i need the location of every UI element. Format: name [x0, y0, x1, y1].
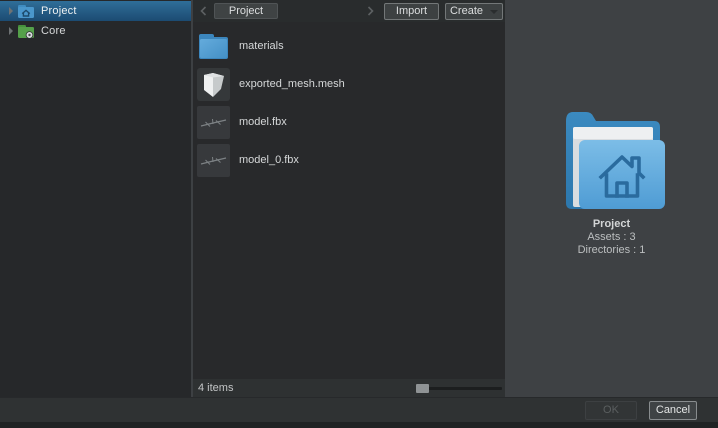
cancel-button[interactable]: Cancel: [649, 401, 697, 420]
create-button[interactable]: Create: [445, 3, 503, 20]
import-button[interactable]: Import: [384, 3, 439, 20]
caret-right-icon[interactable]: [4, 7, 17, 15]
ok-button[interactable]: OK: [585, 401, 637, 420]
model-thumbnail: [197, 144, 230, 177]
preview-folder-title: Project: [593, 218, 630, 230]
home-folder-large-icon: [556, 107, 668, 212]
chevron-right-icon[interactable]: [364, 4, 376, 18]
file-item-materials[interactable]: materials: [197, 27, 505, 65]
dialog-footer: OK Cancel: [0, 397, 718, 422]
items-count: 4 items: [198, 382, 233, 394]
blue-folder-icon: [197, 30, 230, 63]
file-item-model-0[interactable]: model_0.fbx: [197, 141, 505, 179]
green-folder-badge-icon: [17, 24, 35, 39]
window-bottom-edge: [0, 422, 718, 428]
file-name: model_0.fbx: [239, 154, 299, 166]
chevron-left-icon[interactable]: [197, 4, 209, 18]
main-area: Project Core Project: [0, 0, 718, 397]
current-folder-button[interactable]: Project: [214, 3, 278, 19]
preview-assets-count: Assets : 3: [587, 231, 635, 243]
asset-browser-window: Project Core Project: [0, 0, 718, 428]
list-status-bar: 4 items: [193, 379, 505, 397]
preview-panel: Project Assets : 3 Directories : 1: [505, 0, 718, 397]
slider-handle[interactable]: [416, 384, 429, 393]
tree-item-core[interactable]: Core: [0, 21, 191, 41]
home-folder-icon: [17, 4, 35, 19]
file-item-exported-mesh[interactable]: exported_mesh.mesh: [197, 65, 505, 103]
file-name: materials: [239, 40, 284, 52]
tree-item-label: Core: [41, 25, 66, 37]
preview-directories-count: Directories : 1: [578, 244, 646, 256]
file-list: materials exported_mesh.mesh: [193, 22, 505, 379]
browser-toolbar: Project Import Create: [193, 0, 505, 22]
file-name: exported_mesh.mesh: [239, 78, 345, 90]
file-item-model[interactable]: model.fbx: [197, 103, 505, 141]
thumbnail-size-slider[interactable]: [416, 382, 502, 394]
folder-tree-panel: Project Core: [0, 0, 193, 397]
model-thumbnail: [197, 106, 230, 139]
mesh-shield-icon: [197, 68, 230, 101]
create-button-label: Create: [450, 5, 483, 17]
file-name: model.fbx: [239, 116, 287, 128]
caret-right-icon[interactable]: [4, 27, 17, 35]
tree-item-label: Project: [41, 5, 77, 17]
file-browser-panel: Project Import Create: [193, 0, 505, 397]
tree-item-project[interactable]: Project: [0, 1, 191, 21]
chevron-down-icon: [490, 10, 498, 14]
